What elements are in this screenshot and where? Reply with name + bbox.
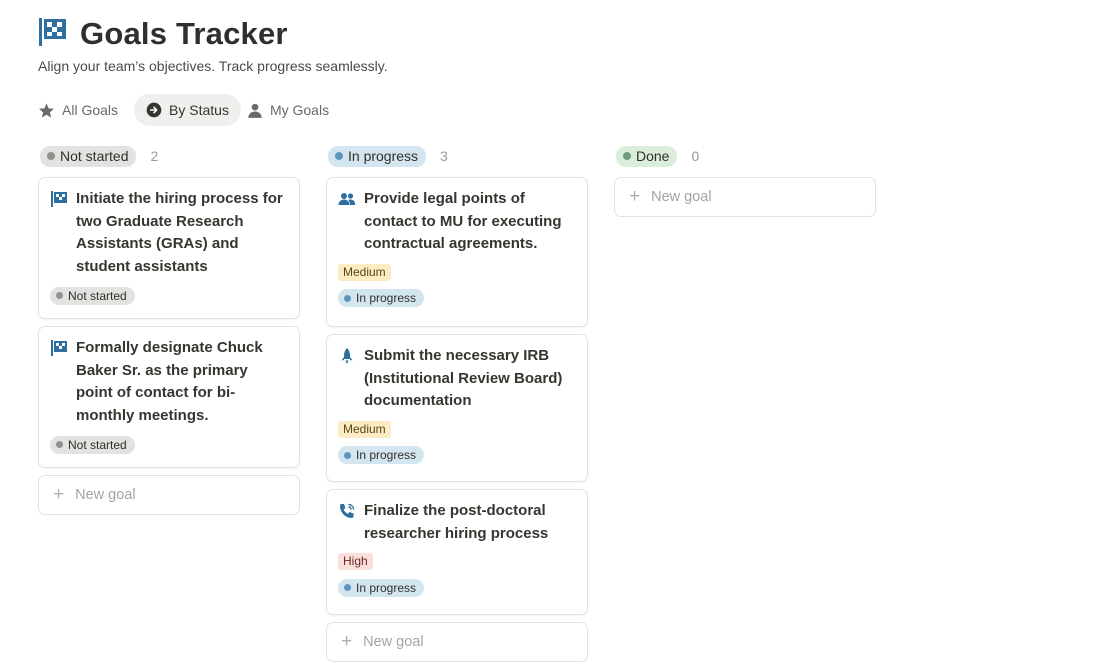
- card-status-pill: In progress: [338, 446, 425, 464]
- card-title: Submit the necessary IRB (Institutional …: [364, 347, 563, 409]
- status-dot: [344, 584, 351, 591]
- tab-label: My Goals: [269, 102, 330, 118]
- column-header: Not started 2: [40, 144, 300, 168]
- view-tabs: All Goals By Status My Goals: [38, 94, 345, 126]
- tab-by-status[interactable]: By Status: [134, 94, 241, 126]
- card-status-pill: In progress: [338, 289, 425, 307]
- person-icon: [248, 103, 262, 118]
- goal-card[interactable]: Formally designate Chuck Baker Sr. as th…: [38, 326, 300, 468]
- status-pill[interactable]: Not started: [40, 145, 137, 167]
- new-goal-label: New goal: [651, 189, 712, 205]
- new-goal-button[interactable]: + New goal: [614, 177, 876, 217]
- card-status-label: In progress: [356, 448, 417, 462]
- card-status-pill: Not started: [50, 286, 135, 305]
- rocket-icon: [341, 348, 353, 364]
- status-label: In progress: [348, 148, 419, 164]
- card-title-row: Submit the necessary IRB (Institutional …: [338, 345, 576, 413]
- column-header: In progress 3: [328, 144, 588, 168]
- card-title: Formally designate Chuck Baker Sr. as th…: [76, 339, 263, 424]
- checkered-flag-icon: [38, 17, 80, 52]
- card-title: Initiate the hiring process for two Grad…: [76, 190, 283, 275]
- column-count: 0: [691, 148, 700, 164]
- people-icon: [338, 193, 356, 205]
- title-row: Goals Tracker: [38, 14, 288, 54]
- goal-card[interactable]: Initiate the hiring process for two Grad…: [38, 177, 300, 319]
- priority-tag: Medium: [338, 420, 391, 438]
- card-title: Finalize the post-doctoral researcher hi…: [364, 502, 549, 542]
- page-title: Goals Tracker: [80, 16, 288, 51]
- page: Goals Tracker Align your team’s objectiv…: [38, 0, 1095, 666]
- arrow-circle-icon: [146, 102, 162, 118]
- status-dot: [56, 441, 63, 448]
- tab-label: All Goals: [62, 102, 119, 118]
- status-pill[interactable]: In progress: [328, 145, 427, 167]
- new-goal-label: New goal: [363, 634, 424, 650]
- priority-tag: High: [338, 553, 373, 570]
- goal-card[interactable]: Provide legal points of contact to MU fo…: [326, 177, 588, 327]
- status-pill[interactable]: Done: [616, 145, 678, 167]
- checkered-flag-icon: [51, 340, 67, 356]
- goal-card[interactable]: Finalize the post-doctoral researcher hi…: [326, 489, 588, 615]
- card-title-row: Initiate the hiring process for two Grad…: [50, 188, 288, 278]
- card-status-label: Not started: [68, 437, 127, 452]
- phone-icon: [340, 503, 355, 518]
- priority-tag: Medium: [338, 263, 391, 281]
- status-dot: [344, 294, 351, 302]
- column-count: 3: [440, 148, 448, 164]
- star-icon: [39, 102, 54, 118]
- plus-icon: +: [629, 186, 641, 207]
- column-in-progress: In progress 3 Provide legal points of co…: [326, 144, 588, 662]
- new-goal-label: New goal: [75, 487, 136, 503]
- status-dot: [344, 451, 351, 459]
- plus-icon: +: [53, 484, 65, 505]
- column-done: Done 0 + New goal: [614, 144, 876, 662]
- card-title: Provide legal points of contact to MU fo…: [364, 190, 562, 252]
- tab-all-goals[interactable]: All Goals: [38, 94, 128, 126]
- new-goal-button[interactable]: + New goal: [326, 622, 588, 662]
- card-status-label: In progress: [356, 291, 417, 305]
- card-status-pill: Not started: [50, 435, 135, 454]
- tab-label: By Status: [169, 102, 229, 118]
- status-dot: [47, 152, 55, 160]
- column-count: 2: [150, 148, 159, 164]
- plus-icon: +: [341, 631, 353, 652]
- card-status-pill: In progress: [338, 578, 425, 597]
- new-goal-button[interactable]: + New goal: [38, 475, 300, 515]
- status-dot: [335, 152, 343, 160]
- tab-my-goals[interactable]: My Goals: [247, 94, 339, 126]
- card-title-row: Formally designate Chuck Baker Sr. as th…: [50, 337, 288, 427]
- status-label: Not started: [60, 148, 129, 164]
- checkered-flag-icon: [51, 191, 67, 207]
- column-header: Done 0: [616, 144, 876, 168]
- status-label: Done: [636, 148, 670, 164]
- card-title-row: Finalize the post-doctoral researcher hi…: [338, 500, 576, 545]
- status-dot: [56, 292, 63, 299]
- status-dot: [623, 152, 631, 160]
- page-subtitle: Align your team’s objectives. Track prog…: [38, 58, 388, 74]
- card-title-row: Provide legal points of contact to MU fo…: [338, 188, 576, 256]
- card-status-label: Not started: [68, 288, 127, 303]
- kanban-board: Not started 2 Initiate the hiring proces…: [38, 144, 902, 662]
- goal-card[interactable]: Submit the necessary IRB (Institutional …: [326, 334, 588, 482]
- card-status-label: In progress: [356, 580, 417, 595]
- column-not-started: Not started 2 Initiate the hiring proces…: [38, 144, 300, 662]
